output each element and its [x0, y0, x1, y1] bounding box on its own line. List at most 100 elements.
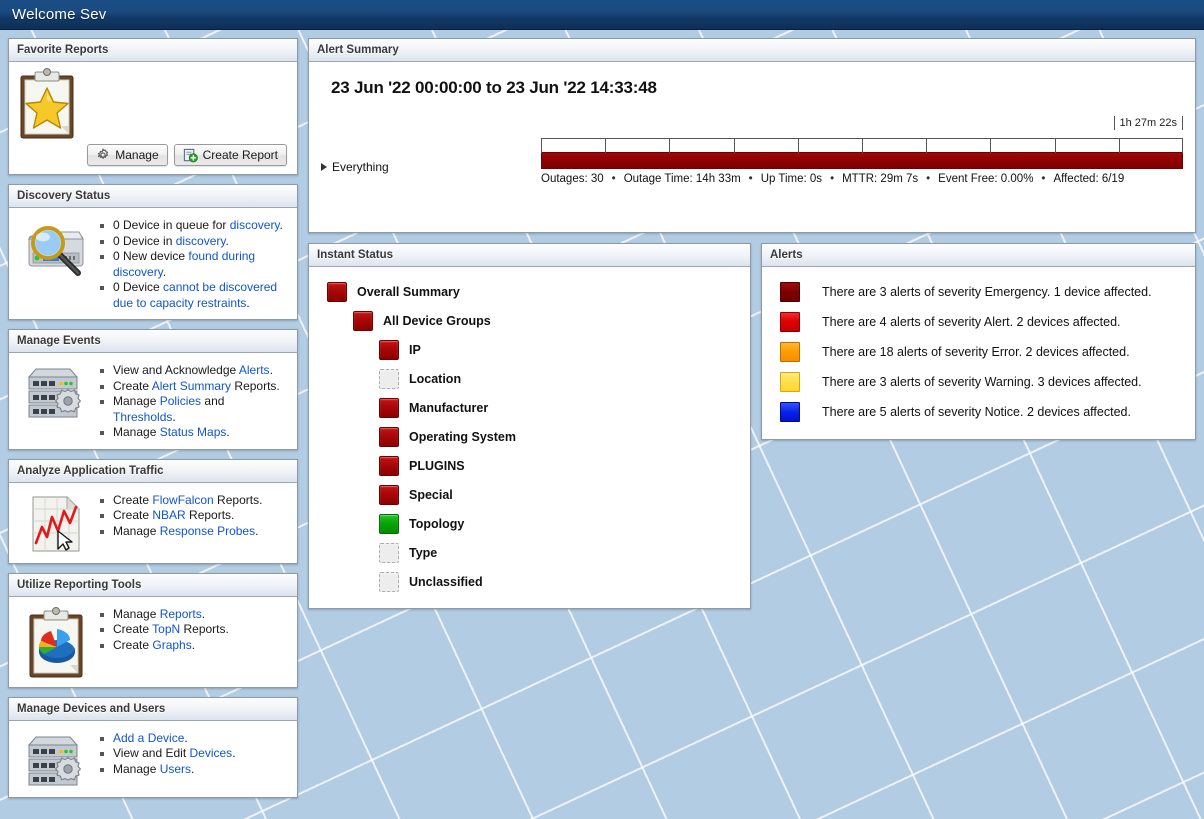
alert-row[interactable]: There are 3 alerts of severity Emergency… [772, 277, 1185, 307]
policies-link[interactable]: Policies [160, 394, 201, 408]
alert-summary-date-range: 23 Jun '22 00:00:00 to 23 Jun '22 14:33:… [331, 78, 657, 97]
item-suffix: . [232, 746, 236, 760]
alert-row[interactable]: There are 18 alerts of severity Error. 2… [772, 337, 1185, 367]
add-a-device-link[interactable]: Add a Device [113, 731, 184, 745]
instant-status-label: PLUGINS [409, 458, 465, 473]
discovery-link[interactable]: discovery [230, 218, 280, 232]
alert-summary-stat: Event Free: 0.00% [938, 173, 1034, 185]
alert-summary-link[interactable]: Alert Summary [152, 379, 231, 393]
users-link[interactable]: Users [160, 762, 191, 776]
status-swatch-green [379, 513, 399, 534]
alert-summary-stat: MTTR: 29m 7s [842, 173, 919, 185]
server-magnifier-icon [27, 226, 84, 276]
item-prefix: Create [113, 508, 153, 522]
left-sidebar: Favorite Reports Manage Create Report Di… [8, 38, 298, 798]
stat-separator: • [1041, 173, 1046, 185]
devices-users-list: Add a Device. View and Edit Devices. Man… [95, 731, 289, 778]
discovery-link[interactable]: discovery [176, 234, 226, 248]
expand-triangle-icon[interactable] [321, 163, 327, 171]
instant-status-row[interactable]: Manufacturer [317, 393, 742, 422]
list-item: Manage Users. [100, 761, 289, 778]
instant-status-row[interactable]: Topology [317, 509, 742, 538]
instant-status-label: IP [409, 342, 421, 357]
traffic-chart-icon [32, 495, 81, 552]
status-swatch-empty [379, 368, 399, 389]
status-swatch-empty [379, 542, 399, 563]
item-prefix: Create [113, 637, 153, 652]
panel-header-favorite-reports: Favorite Reports [9, 39, 297, 62]
alert-row[interactable]: There are 4 alerts of severity Alert. 2 … [772, 307, 1185, 337]
flowfalcon-link[interactable]: FlowFalcon [152, 493, 213, 507]
panel-body-manage-events: View and Acknowledge Alerts. Create Aler… [9, 353, 297, 449]
instant-status-row[interactable]: Type [317, 538, 742, 567]
item-prefix: 0 Device in [113, 233, 176, 248]
instant-status-row[interactable]: PLUGINS [317, 451, 742, 480]
alert-row[interactable]: There are 3 alerts of severity Warning. … [772, 367, 1185, 397]
instant-status-row[interactable]: IP [317, 335, 742, 364]
create-report-button[interactable]: Create Report [173, 144, 287, 166]
instant-status-row[interactable]: All Device Groups [317, 306, 742, 335]
instant-status-row[interactable]: Location [317, 364, 742, 393]
response-probes-link[interactable]: Response Probes [160, 524, 255, 538]
timeline-tick [605, 139, 607, 153]
list-item: 0 Device in queue for discovery. [100, 218, 289, 234]
timeline-tick [541, 139, 542, 153]
panel-body-instant-status: Overall Summary All Device Groups IP Locati… [309, 267, 750, 608]
severity-swatch-warning [780, 372, 800, 392]
topn-link[interactable]: TopN [152, 622, 180, 636]
item-suffix: . [279, 218, 283, 232]
list-item: 0 New device found during discovery. [100, 249, 289, 280]
thresholds-link[interactable]: Thresholds [113, 410, 172, 424]
reporting-tools-list: Manage Reports. Create TopN Reports. Cre… [95, 607, 289, 654]
switch-stack-gear-icon [27, 368, 81, 418]
status-maps-link[interactable]: Status Maps [160, 425, 227, 439]
item-suffix: . [191, 761, 195, 776]
list-item: Create FlowFalcon Reports. [100, 492, 289, 509]
alert-summary-stat: Outages: 30 [541, 173, 604, 185]
alert-text: There are 3 alerts of severity Emergency… [822, 285, 1152, 299]
list-item: Manage Policies and Thresholds. [100, 394, 289, 425]
manage-button[interactable]: Manage [87, 144, 168, 166]
instant-status-label: Unclassified [409, 574, 483, 589]
item-suffix: Reports. [213, 492, 263, 507]
status-swatch-red [379, 426, 399, 447]
item-prefix: Manage [113, 606, 160, 621]
instant-status-label: Location [409, 371, 462, 386]
alert-summary-row-everything[interactable]: Everything [321, 138, 541, 174]
switch-stack-gear-icon [27, 736, 81, 785]
graphs-link[interactable]: Graphs [152, 638, 191, 652]
main-region: Alert Summary 23 Jun '22 00:00:00 to 23 … [308, 38, 1196, 609]
panel-header-reporting-tools: Utilize Reporting Tools [9, 573, 297, 597]
devices-users-icon-wrap [17, 729, 95, 789]
stat-separator: • [926, 173, 931, 185]
clipboard-star-icon [20, 68, 74, 139]
status-swatch-red [379, 455, 399, 476]
panel-title: Analyze Application Traffic [17, 464, 164, 477]
item-suffix: Reports. [231, 378, 280, 393]
outage-bar[interactable] [541, 152, 1183, 169]
alert-summary-bar-area: Outages: 30 • Outage Time: 14h 33m • Up Time… [541, 138, 1183, 185]
panel-manage-events: Manage Events View and Acknowledge Alert… [8, 329, 298, 450]
alert-row[interactable]: There are 5 alerts of severity Notice. 2… [772, 397, 1185, 427]
alerts-link[interactable]: Alerts [239, 363, 270, 377]
severity-swatch-notice [780, 402, 800, 422]
stat-separator: • [830, 173, 835, 185]
instant-status-row[interactable]: Special [317, 480, 742, 509]
panel-header-alert-summary: Alert Summary [309, 39, 1195, 62]
status-swatch-empty [379, 571, 399, 592]
item-prefix: View and Acknowledge [113, 363, 239, 377]
reports-link[interactable]: Reports [160, 607, 202, 621]
instant-status-label: Manufacturer [409, 400, 489, 415]
panel-title: Discovery Status [17, 190, 111, 202]
item-mid: and [201, 394, 225, 408]
instant-status-row[interactable]: Overall Summary [317, 277, 742, 306]
nbar-link[interactable]: NBAR [152, 508, 185, 522]
instant-status-row[interactable]: Operating System [317, 422, 742, 451]
item-suffix: . [226, 425, 230, 439]
analyze-traffic-icon-wrap [17, 491, 95, 555]
lower-panels-row: Instant Status Overall Summary All Device… [308, 243, 1196, 609]
devices-link[interactable]: Devices [190, 746, 233, 760]
instant-status-row[interactable]: Unclassified [317, 567, 742, 596]
panel-header-discovery-status: Discovery Status [9, 185, 297, 208]
panel-body-analyze-traffic: Create FlowFalcon Reports. Create NBAR R… [9, 482, 297, 563]
